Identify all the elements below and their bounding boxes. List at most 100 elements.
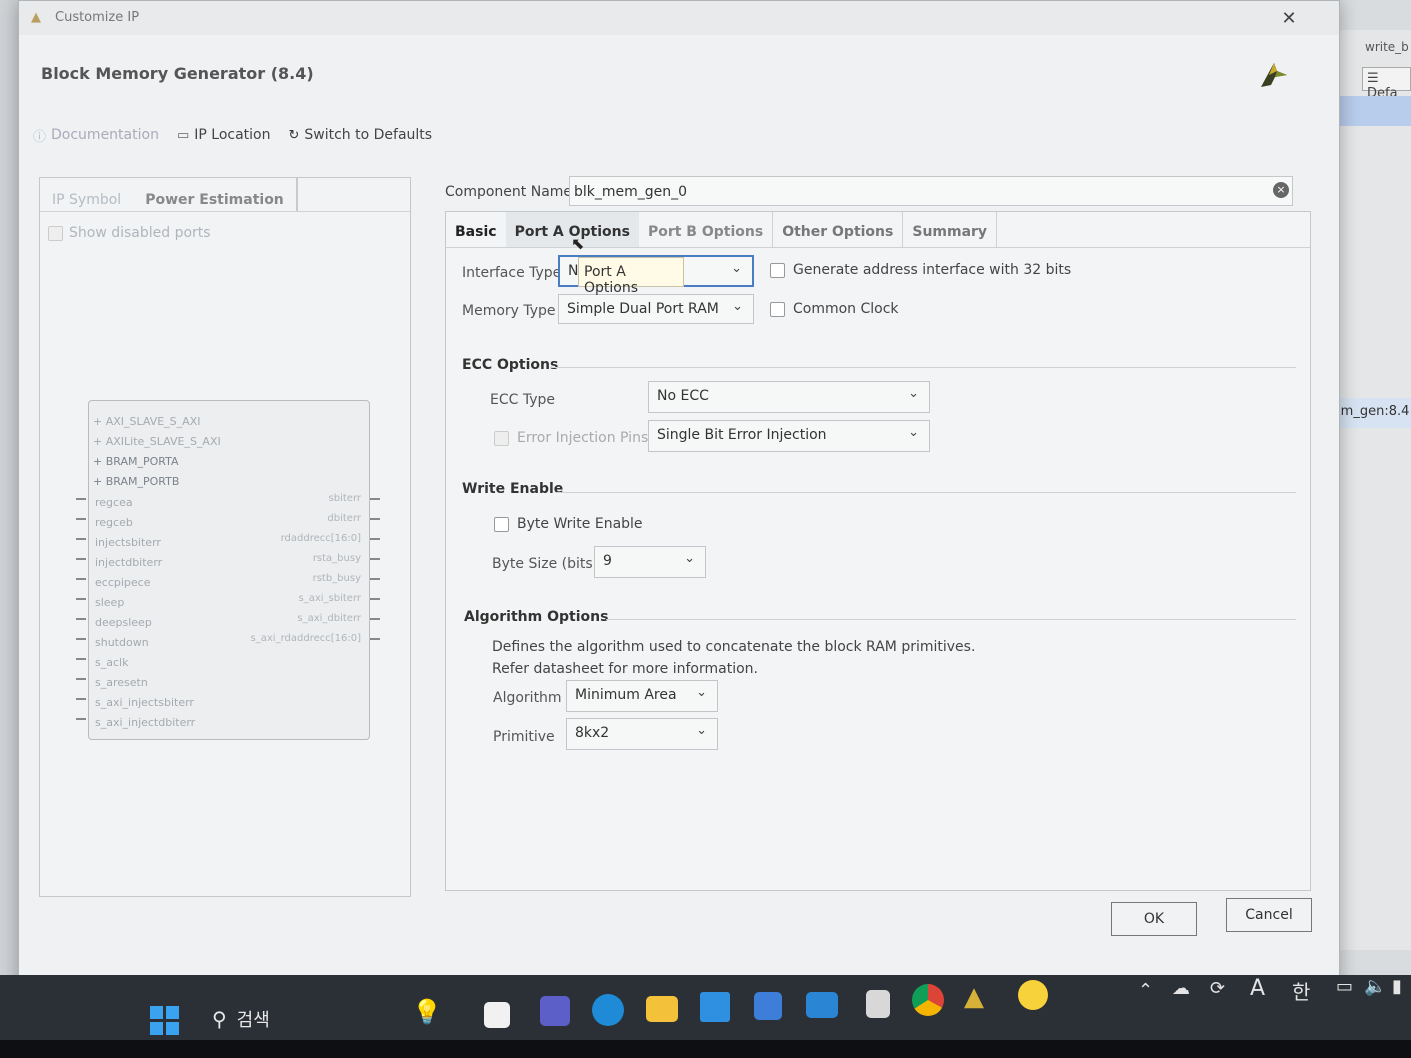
close-icon[interactable]: ✕ [1277, 7, 1301, 31]
ip-name-heading: Block Memory Generator (8.4) [41, 64, 314, 83]
sync-icon[interactable]: ⟳ [1210, 978, 1225, 999]
notepad-icon[interactable] [866, 990, 890, 1018]
kakaotalk-icon[interactable] [1018, 980, 1048, 1010]
port-label: deepsleep [95, 616, 152, 629]
background-defaults-button[interactable]: ☰ Defa [1362, 67, 1411, 101]
ecc-type-select[interactable]: No ECC ⌄ [648, 381, 930, 413]
battery-icon[interactable]: ▮ [1392, 976, 1402, 997]
vivado-icon: ▲ [31, 10, 41, 25]
store-icon[interactable] [754, 992, 782, 1020]
common-clock-label: Common Clock [793, 301, 899, 317]
port-label: regcea [95, 496, 133, 509]
port-label: sbiterr [328, 493, 361, 504]
switch-to-defaults-button[interactable]: ↻ Switch to Defaults [288, 127, 432, 143]
ecc-type-value: No ECC [657, 388, 709, 404]
tab-ip-symbol[interactable]: IP Symbol [40, 178, 133, 211]
documentation-button[interactable]: ⓘ Documentation [33, 126, 159, 145]
checkbox-box [48, 225, 63, 241]
byte-size-select[interactable]: 9 ⌄ [594, 546, 706, 578]
divider [550, 367, 1296, 368]
chevron-up-icon[interactable]: ⌃ [1138, 980, 1153, 1001]
port-label: injectsbiterr [95, 536, 161, 549]
algorithm-select[interactable]: Minimum Area ⌄ [566, 680, 718, 712]
port-label: s_aresetn [95, 676, 148, 689]
clear-icon[interactable]: × [1273, 182, 1289, 198]
edge-icon[interactable] [592, 994, 624, 1026]
memory-type-label: Memory Type [462, 303, 556, 319]
ip-symbol-panel: IP Symbol Power Estimation Show disabled… [39, 177, 411, 897]
pin-line [76, 658, 86, 660]
pin-line [370, 598, 380, 600]
title-bar: ▲ Customize IP ✕ [19, 1, 1339, 35]
algorithm-options-heading: Algorithm Options [464, 609, 609, 625]
tab-port-b-options[interactable]: Port B Options [639, 212, 774, 247]
start-menu-icon[interactable] [150, 1006, 180, 1036]
ecc-options-heading: ECC Options [462, 357, 559, 373]
pin-line [370, 498, 380, 500]
tab-summary[interactable]: Summary [903, 212, 998, 247]
ip-location-button[interactable]: ▭ IP Location [177, 127, 271, 143]
component-name-input[interactable]: blk_mem_gen_0 [569, 176, 1293, 206]
primitive-label: Primitive [493, 729, 555, 745]
generate-32bit-address-checkbox[interactable]: Generate address interface with 32 bits [770, 262, 1071, 278]
checkbox-box [494, 516, 509, 532]
tab-power-estimation[interactable]: Power Estimation [133, 178, 298, 211]
lightbulb-icon[interactable]: 💡 [412, 998, 462, 1032]
mail-icon[interactable] [806, 992, 838, 1018]
ecc-type-label: ECC Type [490, 392, 556, 408]
background-write-label: write_b [1365, 40, 1409, 54]
cancel-button[interactable]: Cancel [1226, 898, 1312, 932]
port-label: s_axi_rdaddrecc[16:0] [250, 633, 361, 644]
common-clock-checkbox[interactable]: Common Clock [770, 301, 899, 317]
refresh-icon: ↻ [288, 127, 300, 143]
checkbox-box [770, 262, 785, 278]
port-label: + BRAM_PORTA [93, 455, 179, 468]
taskbar-search[interactable]: ⚲ 검색 [200, 998, 400, 1040]
error-injection-pins-checkbox[interactable]: Error Injection Pins [494, 430, 648, 446]
tab-other-options[interactable]: Other Options [773, 212, 904, 247]
documentation-label: Documentation [51, 127, 159, 143]
network-icon[interactable]: ▭ [1336, 976, 1353, 997]
port-label: + AXI_SLAVE_S_AXI [93, 415, 201, 428]
volume-icon[interactable]: 🔈 [1364, 976, 1386, 997]
file-explorer-icon[interactable] [646, 996, 678, 1022]
error-injection-select[interactable]: Single Bit Error Injection ⌄ [648, 420, 930, 452]
show-disabled-ports-checkbox[interactable]: Show disabled ports [48, 225, 211, 241]
background-left-strip [0, 0, 20, 1000]
algorithm-description: Defines the algorithm used to concatenat… [492, 636, 975, 680]
task-view-icon[interactable] [484, 1002, 510, 1028]
primitive-select[interactable]: 8kx2 ⌄ [566, 718, 718, 750]
port-label: injectdbiterr [95, 556, 163, 569]
byte-write-enable-checkbox[interactable]: Byte Write Enable [494, 516, 643, 532]
pin-line [76, 578, 86, 580]
ime-mode-han[interactable]: 한 [1292, 976, 1310, 1005]
write-enable-heading: Write Enable [462, 481, 564, 497]
pin-line [76, 678, 86, 680]
ime-mode-a[interactable]: A [1250, 976, 1265, 1001]
teams-icon[interactable] [540, 996, 570, 1026]
algorithm-label: Algorithm [493, 690, 562, 706]
pin-line [370, 518, 380, 520]
vivado-taskbar-icon[interactable]: ▲ [964, 982, 996, 1014]
mouse-cursor-icon: ⬉ [571, 234, 585, 253]
pin-line [370, 538, 380, 540]
pin-line [76, 538, 86, 540]
chevron-down-icon: ⌄ [908, 425, 919, 440]
chrome-icon[interactable] [912, 984, 944, 1016]
port-label: rsta_busy [312, 553, 361, 564]
divider [606, 619, 1296, 620]
ok-button[interactable]: OK [1111, 902, 1197, 936]
error-injection-value: Single Bit Error Injection [657, 427, 827, 443]
memory-type-value: Simple Dual Port RAM [567, 301, 719, 317]
component-name-label: Component Name [445, 184, 573, 200]
memory-type-select[interactable]: Simple Dual Port RAM ⌄ [558, 294, 754, 324]
cloud-icon[interactable]: ☁ [1172, 978, 1190, 999]
vscode-icon[interactable] [700, 992, 730, 1022]
checkbox-box [770, 301, 785, 317]
tab-basic[interactable]: Basic [446, 212, 506, 247]
pin-line [76, 698, 86, 700]
algorithm-value: Minimum Area [575, 687, 677, 703]
pin-line [76, 718, 86, 720]
pin-line [370, 618, 380, 620]
port-label: s_aclk [95, 656, 129, 669]
